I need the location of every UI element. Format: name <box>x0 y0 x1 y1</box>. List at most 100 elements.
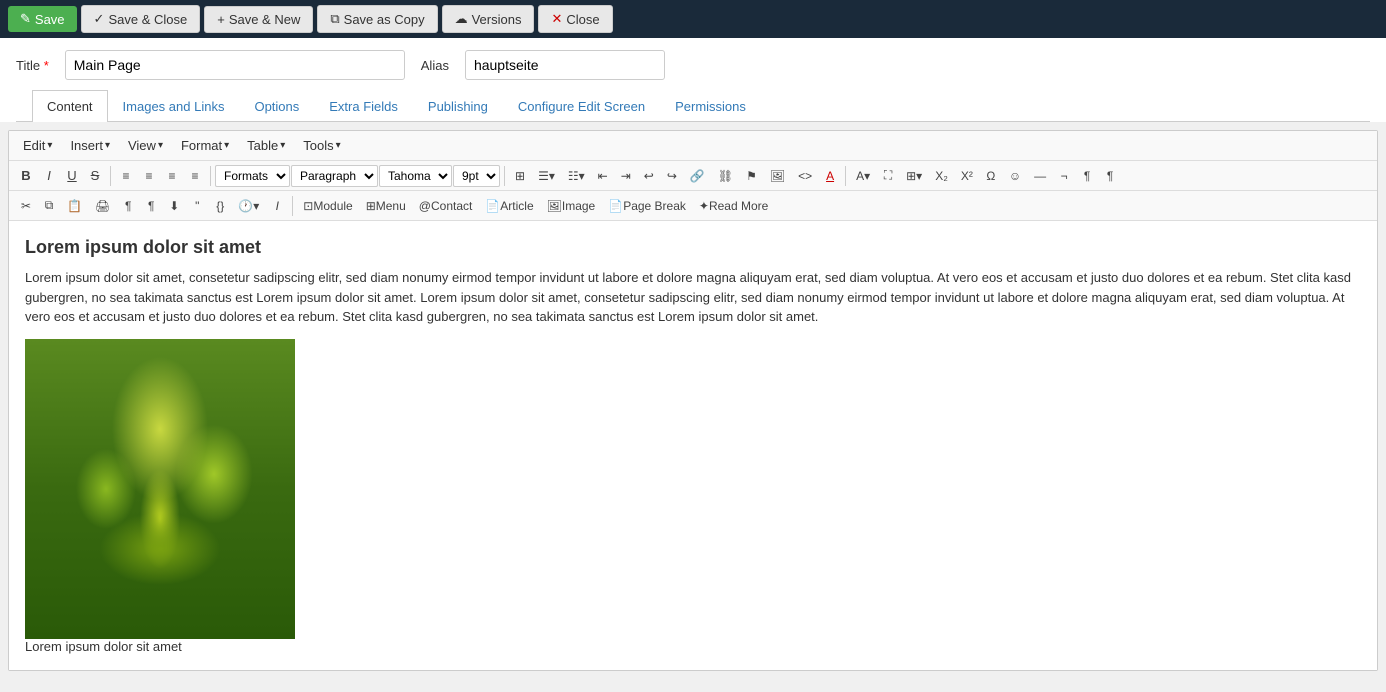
insert-link-button[interactable]: 🔗 <box>684 165 711 187</box>
bookmark-button[interactable]: ⚑ <box>740 165 763 187</box>
separator-3 <box>504 166 505 186</box>
menu-view[interactable]: View ▾ <box>120 135 171 156</box>
tab-permissions[interactable]: Permissions <box>660 90 761 122</box>
checkmark-icon: ✓ <box>94 11 105 27</box>
tab-extra-fields[interactable]: Extra Fields <box>314 90 413 122</box>
insert-image-button[interactable]: 🖼 <box>764 165 791 187</box>
top-toolbar: ✎ Save ✓ Save & Close + Save & New ⧉ Sav… <box>0 0 1386 38</box>
format-arrow: ▾ <box>224 140 229 151</box>
content-image <box>25 339 295 639</box>
align-center-button[interactable]: ≡ <box>138 165 160 187</box>
alias-label: Alias <box>421 58 449 73</box>
editor-toolbar-2: ✂ ⧉ 📋 🖨 ¶ ¶ ⬇ " {} 🕐▾ I ⊡ Module ⊞ Menu … <box>9 191 1377 221</box>
tab-configure-edit-screen[interactable]: Configure Edit Screen <box>503 90 660 122</box>
menu-icon: ⊞ <box>366 199 376 213</box>
paste-button[interactable]: 📋 <box>61 195 88 217</box>
image-insert-button[interactable]: 🖼 Image <box>541 195 602 217</box>
code-button[interactable]: {} <box>209 195 231 217</box>
print-button[interactable]: 🖨 <box>89 195 116 217</box>
pagebreak-button[interactable]: 📄 Page Break <box>602 195 692 217</box>
cut-button[interactable]: ✂ <box>15 195 37 217</box>
show-blocks-button[interactable]: ¶ <box>1076 165 1098 187</box>
source-button[interactable]: <> <box>792 165 818 187</box>
underline-button[interactable]: U <box>61 164 83 187</box>
clock-button[interactable]: 🕐▾ <box>232 195 265 217</box>
save-new-button[interactable]: + Save & New <box>204 6 313 33</box>
superscript-button[interactable]: X² <box>955 165 979 187</box>
save-copy-button[interactable]: ⧉ Save as Copy <box>317 5 437 33</box>
menu-tools[interactable]: Tools ▾ <box>295 135 348 156</box>
italic-button[interactable]: I <box>38 164 60 187</box>
ordered-list-button[interactable]: ☷▾ <box>562 165 591 187</box>
subscript-button[interactable]: X₂ <box>929 165 954 187</box>
separator-5 <box>292 196 293 216</box>
font-select[interactable]: Tahoma <box>379 165 452 187</box>
italic2-button[interactable]: I <box>266 195 288 217</box>
save-icon: ✎ <box>20 11 31 27</box>
align-left-button[interactable]: ≡ <box>115 165 137 187</box>
hr-button[interactable]: — <box>1028 165 1052 187</box>
show-invisible-button[interactable]: ¶ <box>1099 165 1121 187</box>
view-arrow: ▾ <box>158 140 163 151</box>
pagebreak-icon: 📄 <box>608 199 623 213</box>
menu-insert[interactable]: Insert ▾ <box>62 135 118 156</box>
outdent-button[interactable]: ⇤ <box>592 165 614 187</box>
align-justify-button[interactable]: ≡ <box>184 165 206 187</box>
align-right-button[interactable]: ≡ <box>161 165 183 187</box>
tab-images-links[interactable]: Images and Links <box>108 90 240 122</box>
save-close-button[interactable]: ✓ Save & Close <box>81 5 201 33</box>
title-row: Title * Alias <box>16 50 1370 80</box>
tab-content[interactable]: Content <box>32 90 108 122</box>
contact-icon: @ <box>419 199 431 213</box>
menu-table[interactable]: Table ▾ <box>239 135 293 156</box>
undo-button[interactable]: ↩ <box>638 165 660 187</box>
unlink-button[interactable]: ⛓ <box>712 165 739 187</box>
blockquote-button[interactable]: " <box>186 195 208 217</box>
pilcrow-button[interactable]: ¶ <box>140 195 162 217</box>
readmore-button[interactable]: ✦ Read More <box>693 195 774 217</box>
editor-menubar: Edit ▾ Insert ▾ View ▾ Format ▾ Table ▾ … <box>9 131 1377 161</box>
download-button[interactable]: ⬇ <box>163 195 185 217</box>
formats-select[interactable]: Formats <box>215 165 290 187</box>
redo-button[interactable]: ↪ <box>661 165 683 187</box>
plus-icon: + <box>217 12 225 27</box>
table-button[interactable]: ⊞▾ <box>900 165 928 187</box>
table-arrow: ▾ <box>280 140 285 151</box>
save-button[interactable]: ✎ Save <box>8 6 77 32</box>
content-heading: Lorem ipsum dolor sit amet <box>25 237 1361 258</box>
title-input[interactable] <box>65 50 405 80</box>
fullscreen-button[interactable]: ⛶ <box>877 164 899 187</box>
separator-4 <box>845 166 846 186</box>
module-button[interactable]: ⊡ Module <box>297 195 358 217</box>
paragraph-marks-button[interactable]: ¶ <box>117 195 139 217</box>
article-button[interactable]: 📄 Article <box>479 195 539 217</box>
size-select[interactable]: 9pt <box>453 165 500 187</box>
indent-button[interactable]: ⇥ <box>615 165 637 187</box>
close-icon: ✕ <box>551 11 562 27</box>
bullet-list-button[interactable]: ☰▾ <box>532 165 561 187</box>
word-count-button[interactable]: ⊞ <box>509 165 531 187</box>
form-area: Title * Alias Content Images and Links O… <box>0 38 1386 122</box>
menu-edit[interactable]: Edit ▾ <box>15 135 60 156</box>
contact-button[interactable]: @ Contact <box>413 195 479 217</box>
paragraph-select[interactable]: Paragraph <box>291 165 378 187</box>
required-marker: * <box>44 58 49 73</box>
readmore-icon: ✦ <box>699 199 709 213</box>
special-char-button[interactable]: Ω <box>980 165 1002 187</box>
content-paragraph: Lorem ipsum dolor sit amet, consetetur s… <box>25 268 1361 327</box>
highlight-button[interactable]: A▾ <box>850 165 876 187</box>
tab-options[interactable]: Options <box>239 90 314 122</box>
menu-button[interactable]: ⊞ Menu <box>360 195 412 217</box>
bold-button[interactable]: B <box>15 164 37 187</box>
font-color-button[interactable]: A <box>819 165 841 187</box>
emoji-button[interactable]: ☺ <box>1003 165 1027 187</box>
editor-content[interactable]: Lorem ipsum dolor sit amet Lorem ipsum d… <box>9 221 1377 670</box>
close-button[interactable]: ✕ Close <box>538 5 612 33</box>
versions-button[interactable]: ☁ Versions <box>442 5 535 33</box>
nonbreaking-space-button[interactable]: ¬ <box>1053 165 1075 187</box>
alias-input[interactable] <box>465 50 665 80</box>
menu-format[interactable]: Format ▾ <box>173 135 237 156</box>
tab-publishing[interactable]: Publishing <box>413 90 503 122</box>
strikethrough-button[interactable]: S <box>84 164 106 187</box>
copy-button[interactable]: ⧉ <box>38 194 60 217</box>
